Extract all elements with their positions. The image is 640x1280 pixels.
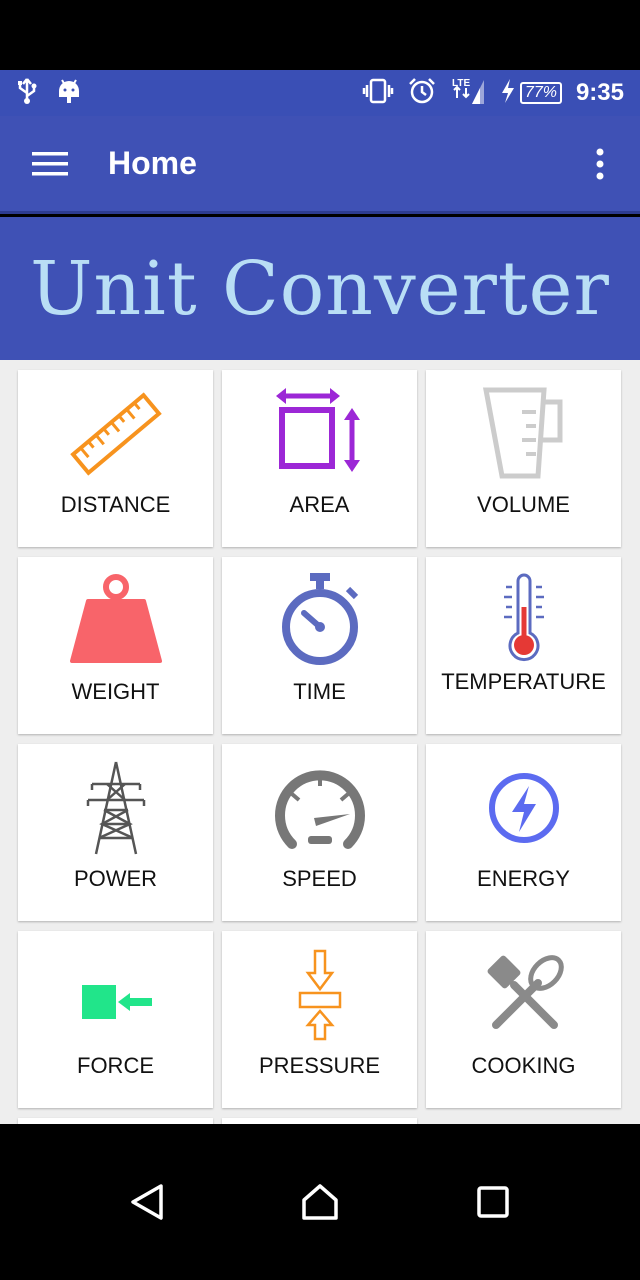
tile-label: AREA [289, 492, 350, 517]
tile-volume[interactable]: VOLUME [426, 370, 621, 547]
cooking-icon [474, 945, 574, 1045]
tile-label: WEIGHT [71, 679, 160, 704]
tile-time[interactable]: TIME [222, 557, 417, 734]
tile-label: TEMPERATURE [441, 669, 606, 694]
hamburger-icon[interactable] [0, 115, 100, 213]
app-title: Home [108, 145, 197, 181]
tile-distance[interactable]: DISTANCE [18, 370, 213, 547]
measuring-cup-icon [474, 384, 574, 484]
svg-text:LTE: LTE [452, 78, 470, 89]
tile-cooking[interactable]: COOKING [426, 931, 621, 1108]
tile-temperature[interactable]: TEMPERATURE [426, 557, 621, 734]
vibrate-icon [362, 78, 394, 108]
tile-label: TIME [293, 679, 346, 704]
thermometer-icon [474, 571, 574, 671]
force-icon [66, 945, 166, 1045]
tile-label: ENERGY [477, 866, 570, 891]
navigation-bar [0, 1124, 640, 1280]
speedometer-icon [270, 758, 370, 858]
stopwatch-icon [270, 571, 370, 671]
banner-title: Unit Converter [30, 245, 610, 332]
ruler-icon [66, 384, 166, 484]
converter-grid-area[interactable]: DISTANCE AREA VOLUME WEIGHT TIME TEMPERA… [0, 360, 640, 1124]
tile-label: FORCE [77, 1053, 154, 1078]
recents-icon[interactable] [448, 1157, 538, 1247]
converter-grid: DISTANCE AREA VOLUME WEIGHT TIME TEMPERA… [18, 370, 622, 1124]
back-icon[interactable] [102, 1157, 192, 1247]
status-bar: LTE 77% 9:35 [0, 70, 640, 116]
status-time: 9:35 [575, 79, 624, 106]
bolt-icon [474, 758, 574, 858]
weight-icon [66, 571, 166, 671]
area-icon [270, 384, 370, 484]
usb-icon [16, 77, 38, 109]
tile-speed[interactable]: SPEED [222, 744, 417, 921]
tile-label: VOLUME [477, 492, 570, 517]
tile-force[interactable]: FORCE [18, 931, 213, 1108]
tile-label: DISTANCE [60, 492, 171, 517]
power-tower-icon [66, 758, 166, 858]
top-black-bar [0, 0, 640, 70]
banner: Unit Converter [0, 217, 640, 360]
battery-indicator: 77% [500, 78, 562, 108]
charging-icon [500, 78, 516, 108]
pressure-icon [270, 945, 370, 1045]
android-icon [56, 77, 82, 109]
tile-label: SPEED [282, 866, 357, 891]
tile-pressure[interactable]: PRESSURE [222, 931, 417, 1108]
tile-power[interactable]: POWER [18, 744, 213, 921]
tile-energy[interactable]: ENERGY [426, 744, 621, 921]
tile-area[interactable]: AREA [222, 370, 417, 547]
battery-icon: 77% [519, 82, 562, 104]
more-vert-icon[interactable] [560, 115, 640, 213]
home-icon[interactable] [275, 1157, 365, 1247]
tile-weight[interactable]: WEIGHT [18, 557, 213, 734]
lte-signal-icon: LTE [450, 76, 486, 110]
alarm-icon [408, 77, 436, 109]
tile-label: POWER [73, 866, 158, 891]
tile-label: COOKING [471, 1053, 576, 1078]
app-bar: Home [0, 116, 640, 214]
tile-label: PRESSURE [258, 1053, 381, 1078]
